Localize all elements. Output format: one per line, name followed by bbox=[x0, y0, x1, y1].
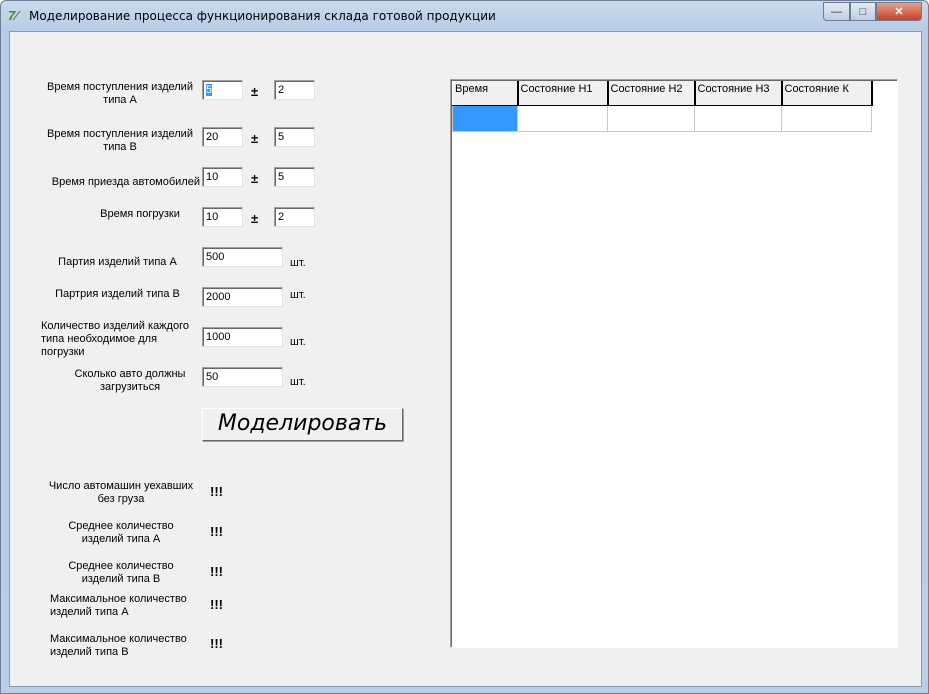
result-value-avg-b: !!! bbox=[210, 564, 223, 579]
result-label-empty-cars: Число автомашин уехавших без груза bbox=[48, 480, 194, 505]
grid-cell[interactable] bbox=[517, 104, 608, 132]
param-label-loading-time: Время погрузки bbox=[100, 208, 180, 220]
result-value-avg-a: !!! bbox=[210, 524, 223, 539]
plusminus-sign: ± bbox=[251, 211, 259, 226]
result-value-max-a: !!! bbox=[210, 597, 223, 612]
qty-label-batch-b: Партрия изделий типа В bbox=[55, 288, 180, 300]
arrival-a-deviation-input[interactable]: 2 bbox=[274, 80, 315, 100]
column-header-state-n3[interactable]: Состояние Н3 bbox=[694, 81, 783, 106]
plusminus-sign: ± bbox=[251, 171, 259, 186]
car-arrival-input[interactable]: 10 bbox=[202, 167, 243, 187]
unit-label: шт. bbox=[290, 376, 306, 388]
result-label-max-b: Максимальное количество изделий типа В bbox=[50, 633, 187, 658]
batch-b-input[interactable]: 2000 bbox=[202, 287, 283, 307]
grid-cell[interactable] bbox=[694, 104, 782, 132]
column-header-state-n1[interactable]: Состояние Н1 bbox=[517, 81, 609, 106]
param-label-car-arrival: Время приезда автомобилей bbox=[51, 176, 200, 188]
grid-cell[interactable] bbox=[607, 104, 695, 132]
unit-label: шт. bbox=[290, 257, 306, 269]
state-grid[interactable]: Время Состояние Н1 Состояние Н2 Состояни… bbox=[450, 79, 898, 648]
unit-label: шт. bbox=[290, 336, 306, 348]
grid-cell[interactable] bbox=[781, 104, 872, 132]
param-label-arrival-b: Время поступления изделий типа В bbox=[47, 128, 193, 153]
batch-a-input[interactable]: 500 bbox=[202, 247, 283, 267]
qty-label-batch-a: Партия изделий типа А bbox=[58, 256, 177, 268]
app-icon: 7⁄ bbox=[8, 8, 18, 23]
main-window: 7⁄ Моделирование процесса функционирован… bbox=[0, 0, 929, 694]
result-value-max-b: !!! bbox=[210, 636, 223, 651]
arrival-a-value: 5 bbox=[206, 84, 213, 96]
qty-label-required: Количество изделий каждого типа необходи… bbox=[41, 320, 189, 358]
column-header-state-n2[interactable]: Состояние Н2 bbox=[607, 81, 696, 106]
minimize-button[interactable]: — bbox=[823, 2, 850, 21]
simulate-button[interactable]: Моделировать bbox=[202, 408, 403, 441]
close-button[interactable]: ✕ bbox=[876, 2, 922, 21]
column-header-state-k[interactable]: Состояние К bbox=[781, 81, 873, 106]
plusminus-sign: ± bbox=[251, 131, 259, 146]
result-label-max-a: Максимальное количество изделий типа А bbox=[50, 593, 187, 618]
qty-label-cars: Сколько авто должны загрузиться bbox=[74, 368, 186, 393]
arrival-b-deviation-input[interactable]: 5 bbox=[274, 127, 315, 147]
plusminus-sign: ± bbox=[251, 84, 259, 99]
result-label-avg-b: Среднее количество изделий типа В bbox=[68, 560, 174, 585]
arrival-b-input[interactable]: 20 bbox=[202, 127, 243, 147]
table-row bbox=[452, 104, 872, 132]
arrival-a-input[interactable]: 5 bbox=[202, 80, 243, 100]
unit-label: шт. bbox=[290, 289, 306, 301]
car-arrival-deviation-input[interactable]: 5 bbox=[274, 167, 315, 187]
param-label-arrival-a: Время поступления изделий типа А bbox=[47, 81, 193, 106]
required-qty-input[interactable]: 1000 bbox=[202, 327, 283, 347]
form-client-area: Время поступления изделий типа А 5 ± 2 В… bbox=[9, 31, 922, 687]
column-header-time[interactable]: Время bbox=[452, 81, 519, 106]
result-value-empty-cars: !!! bbox=[210, 484, 223, 499]
maximize-button[interactable]: □ bbox=[850, 2, 876, 21]
cars-count-input[interactable]: 50 bbox=[202, 367, 283, 387]
grid-cell-selected[interactable] bbox=[452, 104, 518, 132]
window-title: Моделирование процесса функционирования … bbox=[29, 9, 496, 23]
loading-time-deviation-input[interactable]: 2 bbox=[274, 207, 315, 227]
result-label-avg-a: Среднее количество изделий типа А bbox=[68, 520, 174, 545]
loading-time-input[interactable]: 10 bbox=[202, 207, 243, 227]
